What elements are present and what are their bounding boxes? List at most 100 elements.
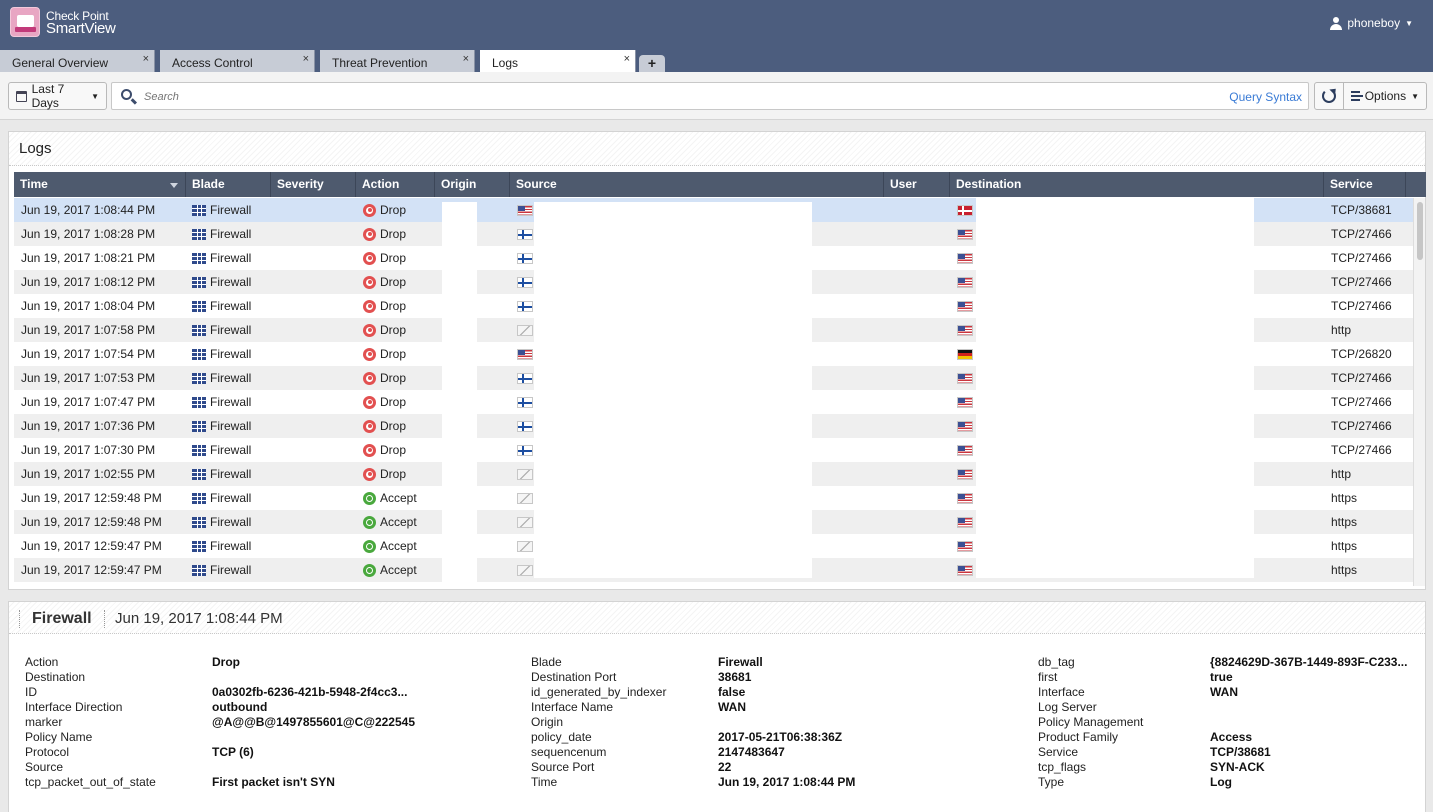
column-header-action[interactable]: Action: [356, 172, 435, 197]
source-flag-icon: [517, 541, 533, 552]
detail-value[interactable]: WAN: [718, 700, 746, 715]
cell-time: Jun 19, 2017 12:59:48 PM: [21, 491, 162, 505]
column-header-severity[interactable]: Severity: [271, 172, 356, 197]
detail-value[interactable]: 2017-05-21T06:38:36Z: [718, 730, 842, 745]
cell-service: TCP/27466: [1331, 227, 1392, 241]
detail-value[interactable]: 0a0302fb-6236-421b-5948-2f4cc3...: [212, 685, 407, 700]
cell-action: Drop: [363, 438, 406, 462]
detail-key: Interface Name: [531, 700, 614, 714]
drop-icon: [363, 203, 376, 217]
detail-value[interactable]: Drop: [212, 655, 240, 670]
cell-time: Jun 19, 2017 12:59:47 PM: [21, 563, 162, 577]
refresh-button[interactable]: [1314, 82, 1344, 110]
close-icon[interactable]: ×: [143, 53, 149, 65]
column-header-time[interactable]: Time: [14, 172, 186, 197]
divider: [104, 610, 105, 628]
detail-key: tcp_packet_out_of_state: [25, 775, 156, 789]
source-flag-icon: [517, 397, 533, 408]
chevron-down-icon: ▼: [1411, 91, 1419, 101]
firewall-icon: [192, 492, 206, 504]
drop-icon: [363, 347, 376, 361]
cell-service: http: [1331, 323, 1352, 337]
detail-value[interactable]: Firewall: [718, 655, 763, 670]
close-icon[interactable]: ×: [463, 53, 469, 65]
column-header-blade[interactable]: Blade: [186, 172, 271, 197]
detail-value[interactable]: TCP (6): [212, 745, 254, 760]
user-menu[interactable]: phoneboy ▼: [1330, 16, 1413, 30]
close-icon[interactable]: ×: [303, 53, 309, 65]
detail-key: id_generated_by_indexer: [531, 685, 667, 699]
cell-time: Jun 19, 2017 1:07:58 PM: [21, 323, 156, 337]
cell-service: https: [1331, 515, 1358, 529]
tab-logs[interactable]: Logs ×: [480, 50, 636, 72]
logs-grid-header: Time Blade Severity Action Origin Source…: [14, 172, 1426, 197]
detail-value[interactable]: 38681: [718, 670, 751, 685]
options-button[interactable]: Options ▼: [1343, 82, 1427, 110]
detail-value[interactable]: false: [718, 685, 745, 700]
destination-flag-icon: [957, 277, 973, 288]
source-flag-icon: [517, 229, 533, 240]
time-filter-button[interactable]: Last 7 Days ▼: [8, 82, 107, 110]
chevron-down-icon: ▼: [1405, 18, 1413, 28]
drop-icon: [363, 299, 376, 313]
cell-action: Drop: [363, 414, 406, 438]
destination-flag-icon: [957, 445, 973, 456]
cell-action: Drop: [363, 198, 406, 222]
logs-scrollbar[interactable]: [1413, 198, 1425, 586]
detail-key: Type: [1038, 775, 1065, 789]
detail-value[interactable]: First packet isn't SYN: [212, 775, 335, 790]
column-header-service[interactable]: Service: [1324, 172, 1406, 197]
source-flag-icon: [517, 349, 533, 360]
detail-value[interactable]: {8824629D-367B-1449-893F-C233...: [1210, 655, 1407, 670]
detail-value[interactable]: Access: [1210, 730, 1252, 745]
cell-blade: Firewall: [192, 414, 251, 438]
column-header-source[interactable]: Source: [510, 172, 884, 197]
detail-value[interactable]: Jun 19, 2017 1:08:44 PM: [718, 775, 855, 790]
destination-flag-icon: [957, 397, 973, 408]
close-icon[interactable]: ×: [624, 53, 630, 65]
detail-value[interactable]: @A@@B@1497855601@C@222545: [212, 715, 415, 730]
query-syntax-link[interactable]: Query Syntax: [1229, 90, 1302, 104]
column-header-destination[interactable]: Destination: [950, 172, 1324, 197]
column-header-user[interactable]: User: [884, 172, 950, 197]
accept-icon: [363, 563, 376, 577]
tab-threat-prevention[interactable]: Threat Prevention ×: [320, 50, 475, 72]
cell-time: Jun 19, 2017 1:08:44 PM: [21, 203, 156, 217]
cell-time: Jun 19, 2017 12:59:48 PM: [21, 515, 162, 529]
detail-value[interactable]: 2147483647: [718, 745, 785, 760]
logs-panel-header: Logs: [9, 132, 1425, 166]
destination-flag-icon: [957, 541, 973, 552]
redacted-source: [534, 202, 812, 578]
firewall-icon: [192, 396, 206, 408]
column-header-origin[interactable]: Origin: [435, 172, 510, 197]
search-input[interactable]: [144, 88, 1204, 106]
detail-value[interactable]: WAN: [1210, 685, 1238, 700]
accept-icon: [363, 515, 376, 529]
tab-general-overview[interactable]: General Overview ×: [0, 50, 155, 72]
add-tab-button[interactable]: +: [639, 55, 665, 72]
firewall-icon: [192, 540, 206, 552]
cell-blade: Firewall: [192, 270, 251, 294]
cell-action: Drop: [363, 318, 406, 342]
detail-key: Destination Port: [531, 670, 617, 684]
source-flag-icon: [517, 277, 533, 288]
options-label: Options: [1364, 89, 1407, 103]
details-blade: Firewall: [32, 610, 92, 627]
cell-time: Jun 19, 2017 1:07:47 PM: [21, 395, 156, 409]
scroll-thumb[interactable]: [1417, 202, 1423, 260]
cell-time: Jun 19, 2017 12:59:47 PM: [21, 539, 162, 553]
detail-value[interactable]: outbound: [212, 700, 267, 715]
detail-value[interactable]: Log: [1210, 775, 1232, 790]
tab-access-control[interactable]: Access Control ×: [160, 50, 315, 72]
drop-icon: [363, 371, 376, 385]
source-flag-icon: [517, 373, 533, 384]
cell-service: https: [1331, 539, 1358, 553]
cell-service: TCP/27466: [1331, 299, 1392, 313]
detail-key: Action: [25, 655, 59, 669]
detail-value[interactable]: 22: [718, 760, 731, 775]
sort-desc-icon[interactable]: [170, 183, 178, 188]
detail-value[interactable]: SYN-ACK: [1210, 760, 1265, 775]
detail-value[interactable]: true: [1210, 670, 1233, 685]
detail-value[interactable]: TCP/38681: [1210, 745, 1271, 760]
firewall-icon: [192, 372, 206, 384]
